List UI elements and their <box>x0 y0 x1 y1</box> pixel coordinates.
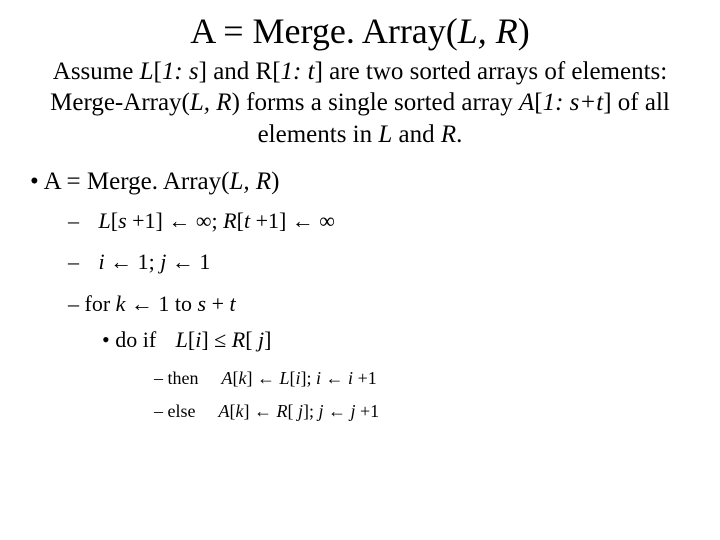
bullet-main: A = Merge. Array(L, R) L[s +1] ← ∞; R[t … <box>48 168 690 425</box>
sub-item-2: i ← 1; j ← 1 <box>86 247 690 277</box>
slide: A = Merge. Array(L, R) Assume L[1: s] an… <box>0 0 720 425</box>
sub-item-3: for k ← 1 to s + t do if L[i] ≤ R[ j] th… <box>86 289 690 424</box>
do-list: do if L[i] ≤ R[ j] then A[k] ← L[i]; i ←… <box>86 325 690 425</box>
then-else-list: then A[k] ← L[i]; i ← i +1 else A[k] ← R… <box>120 365 690 425</box>
subtitle: Assume L[1: s] and R[1: t] are two sorte… <box>30 56 690 150</box>
page-title: A = Merge. Array(L, R) <box>30 10 690 52</box>
bullet-list: A = Merge. Array(L, R) L[s +1] ← ∞; R[t … <box>30 168 690 425</box>
do-if-item: do if L[i] ≤ R[ j] then A[k] ← L[i]; i ←… <box>120 325 690 425</box>
else-item: else A[k] ← R[ j]; j ← j +1 <box>170 398 690 425</box>
sub-list: L[s +1] ← ∞; R[t +1] ← ∞ i ← 1; j ← 1 fo… <box>48 206 690 425</box>
do-if-text: do if L[i] ≤ R[ j] <box>115 327 271 352</box>
bullet-main-text: A = Merge. Array(L, R) <box>44 168 280 195</box>
sub-item-1: L[s +1] ← ∞; R[t +1] ← ∞ <box>86 206 690 236</box>
for-loop-text: for k ← 1 to s + t <box>85 291 236 316</box>
then-item: then A[k] ← L[i]; i ← i +1 <box>170 365 690 392</box>
